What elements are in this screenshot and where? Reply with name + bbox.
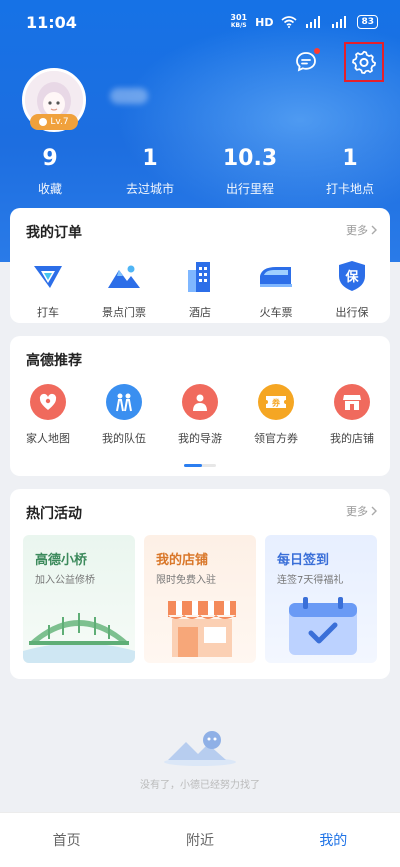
calendar-check-illustration <box>289 597 357 655</box>
activity-title: 高德小桥 <box>35 553 88 568</box>
recommend-card: 高德推荐 家人地图 我的队伍 我的导游 券 领官方券 我的店铺 <box>10 336 390 476</box>
wifi-icon <box>281 16 297 28</box>
activity-subtitle: 限时免费入驻 <box>156 575 216 586</box>
status-indicators: 301 KB/S HD 83 <box>230 14 378 30</box>
empty-state: 没有了，小德已经努力找了 <box>0 730 400 791</box>
guide-icon <box>182 384 218 420</box>
more-label: 更多 <box>346 224 368 237</box>
rec-label: 我的店铺 <box>330 432 374 445</box>
stat-cities[interactable]: 1 去过城市 <box>100 146 200 197</box>
bridge-illustration <box>23 613 135 663</box>
pager-active-indicator <box>184 464 202 467</box>
order-item-tickets[interactable]: 景点门票 <box>86 256 162 320</box>
train-icon <box>256 256 296 296</box>
activity-card-bridge[interactable]: 高德小桥 加入公益修桥 <box>23 535 135 663</box>
more-label: 更多 <box>346 505 368 518</box>
store-illustration <box>168 601 236 657</box>
stat-value: 1 <box>142 146 158 171</box>
hd-label: HD <box>255 15 274 29</box>
stat-checkins[interactable]: 1 打卡地点 <box>300 146 400 197</box>
activity-title: 我的店铺 <box>156 553 209 568</box>
order-item-taxi[interactable]: 打车 <box>10 256 86 320</box>
stat-mileage[interactable]: 10.3 出行里程 <box>200 146 300 197</box>
tab-nearby[interactable]: 附近 <box>133 813 266 867</box>
order-label: 酒店 <box>189 306 211 319</box>
rec-label: 我的导游 <box>178 432 222 445</box>
recommend-list: 家人地图 我的队伍 我的导游 券 领官方券 我的店铺 <box>10 384 390 446</box>
stat-label: 出行里程 <box>225 182 274 196</box>
bottom-tab-bar: 首页 附近 我的 <box>0 812 400 867</box>
orders-list: 打车 景点门票 酒店 火车票 保 出行保 <box>10 256 390 320</box>
notification-dot <box>314 48 320 54</box>
level-badge: Lv.7 <box>30 114 78 130</box>
orders-more-link[interactable]: 更多 <box>346 222 378 238</box>
net-speed: 301 KB/S <box>230 13 248 30</box>
activities-card: 热门活动 更多 高德小桥 加入公益修桥 我的店铺 限时免费入驻 每日签到 连签7… <box>10 489 390 679</box>
activity-card-checkin[interactable]: 每日签到 连签7天得福礼 <box>265 535 377 663</box>
orders-card: 我的订单 更多 打车 景点门票 酒店 火车票 保 出行保 <box>10 208 390 323</box>
message-icon <box>296 52 316 72</box>
stat-favorites[interactable]: 9 收藏 <box>0 146 100 197</box>
status-bar: 11:04 301 KB/S HD 83 <box>0 0 400 44</box>
signal-icon-2 <box>332 16 347 28</box>
carousel-pager <box>184 464 216 467</box>
team-icon <box>106 384 142 420</box>
empty-state-text: 没有了，小德已经努力找了 <box>140 780 260 791</box>
coupon-icon: 券 <box>258 384 294 420</box>
activity-title: 每日签到 <box>277 553 330 568</box>
activities-more-link[interactable]: 更多 <box>346 503 378 519</box>
activity-subtitle: 连签7天得福礼 <box>277 575 344 586</box>
recommend-title: 高德推荐 <box>26 353 82 369</box>
settings-button[interactable] <box>344 42 384 82</box>
signal-icon <box>306 16 321 28</box>
stat-value: 10.3 <box>222 146 278 171</box>
stat-label: 去过城市 <box>125 182 174 196</box>
level-icon <box>39 118 48 126</box>
order-item-insurance[interactable]: 保 出行保 <box>314 256 390 320</box>
hotel-building-icon <box>180 256 220 296</box>
stat-value: 9 <box>42 146 58 171</box>
status-time: 11:04 <box>26 12 77 32</box>
rec-label: 我的队伍 <box>102 432 146 445</box>
message-button[interactable] <box>286 42 326 82</box>
order-item-hotel[interactable]: 酒店 <box>162 256 238 320</box>
empty-state-illustration <box>164 731 236 766</box>
orders-title: 我的订单 <box>26 225 82 241</box>
nickname-blurred <box>110 88 148 104</box>
gear-icon <box>352 50 377 75</box>
stat-value: 1 <box>342 146 358 171</box>
taxi-icon <box>28 256 68 296</box>
rec-item-team[interactable]: 我的队伍 <box>86 384 162 446</box>
stat-label: 打卡地点 <box>325 182 374 196</box>
svg-text:保: 保 <box>344 269 359 285</box>
order-label: 出行保 <box>335 306 369 319</box>
profile-stats: 9 收藏 1 去过城市 10.3 出行里程 1 打卡地点 <box>0 146 400 197</box>
stat-label: 收藏 <box>37 182 62 196</box>
order-label: 景点门票 <box>102 306 146 319</box>
rec-item-shop[interactable]: 我的店铺 <box>314 384 390 446</box>
rec-item-family-map[interactable]: 家人地图 <box>10 384 86 446</box>
battery-icon: 83 <box>357 15 378 29</box>
activities-title: 热门活动 <box>26 506 82 522</box>
shop-icon <box>334 384 370 420</box>
header-actions <box>286 42 384 82</box>
rec-item-guide[interactable]: 我的导游 <box>162 384 238 446</box>
tab-home[interactable]: 首页 <box>0 813 133 867</box>
svg-text:券: 券 <box>271 398 281 408</box>
activity-card-store[interactable]: 我的店铺 限时免费入驻 <box>144 535 256 663</box>
insurance-shield-icon: 保 <box>332 256 372 296</box>
mountain-ticket-icon <box>104 256 144 296</box>
tab-mine[interactable]: 我的 <box>267 813 400 867</box>
activity-subtitle: 加入公益修桥 <box>35 575 95 586</box>
order-label: 打车 <box>37 306 59 319</box>
chevron-right-icon <box>371 506 377 516</box>
family-map-icon <box>30 384 66 420</box>
level-text: Lv.7 <box>50 117 69 127</box>
rec-label: 家人地图 <box>26 432 70 445</box>
chevron-right-icon <box>371 225 377 235</box>
rec-label: 领官方券 <box>254 432 298 445</box>
order-label: 火车票 <box>259 306 293 319</box>
rec-item-coupon[interactable]: 券 领官方券 <box>238 384 314 446</box>
order-item-train[interactable]: 火车票 <box>238 256 314 320</box>
